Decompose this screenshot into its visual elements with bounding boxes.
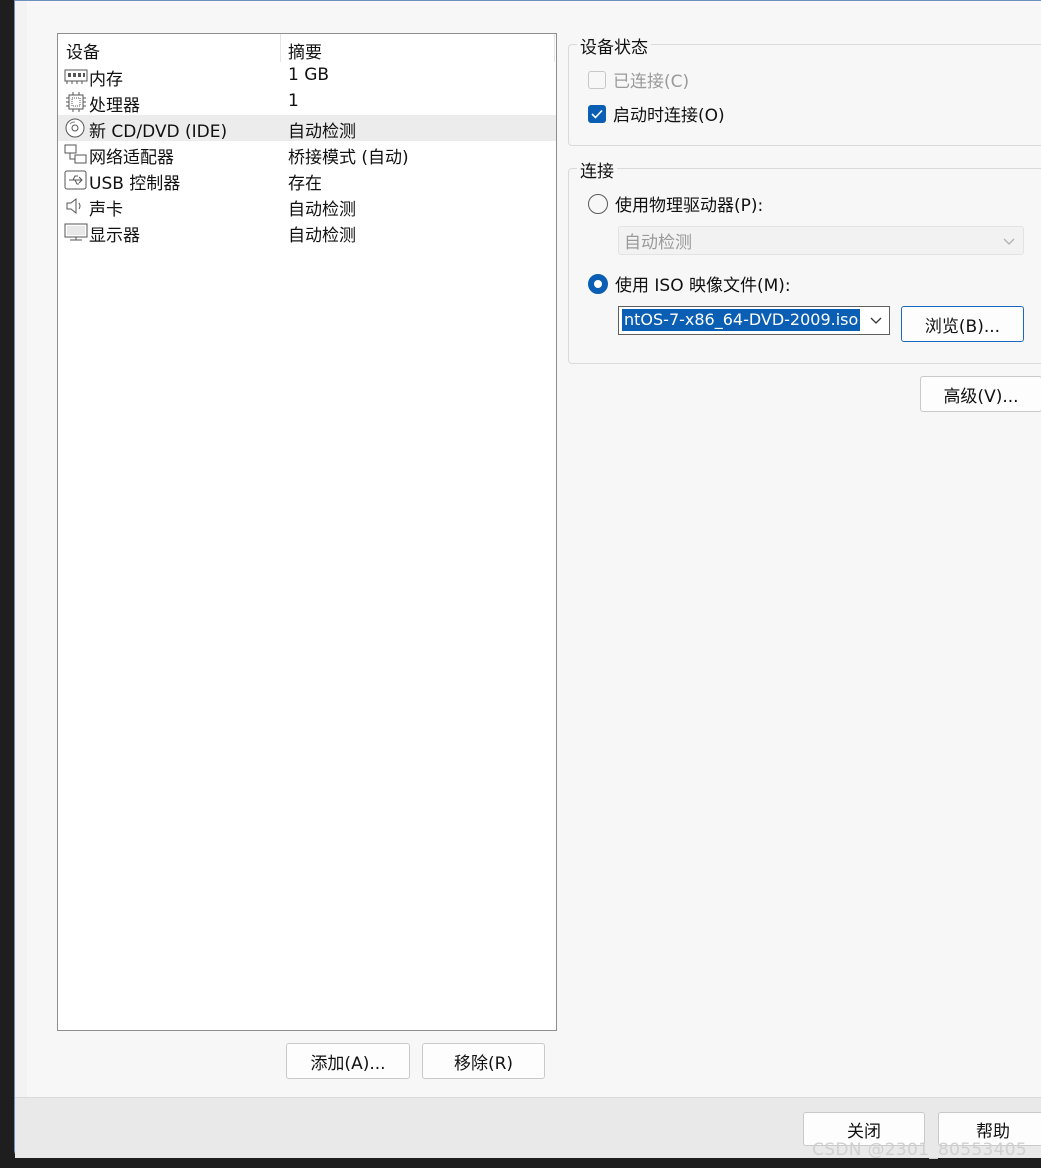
- device-summary: 1: [288, 91, 299, 111]
- vm-settings-window: 设备 摘要 内存 1 GB 处理器 1 新 CD/DVD (IDE) 自动检测 …: [14, 0, 1041, 1158]
- memory-icon: [64, 66, 88, 86]
- connect-at-power-on-checkbox[interactable]: 启动时连接(O): [588, 101, 725, 126]
- column-separator[interactable]: [554, 34, 555, 62]
- device-name: 网络适配器: [89, 148, 174, 168]
- device-summary: 桥接模式 (自动): [288, 148, 409, 168]
- iso-path-value[interactable]: ntOS-7-x86_64-DVD-2009.iso: [622, 309, 861, 331]
- device-name: 处理器: [89, 96, 140, 116]
- iso-image-label: 使用 ISO 映像文件(M):: [615, 276, 791, 296]
- device-summary: 1 GB: [288, 65, 330, 85]
- chevron-down-icon: [1003, 238, 1015, 245]
- device-name: 新 CD/DVD (IDE): [89, 122, 228, 142]
- processor-icon: [64, 92, 88, 112]
- physical-drive-label: 使用物理驱动器(P):: [615, 196, 764, 216]
- checkbox-unchecked: [588, 70, 606, 89]
- advanced-button[interactable]: 高级(V)...: [920, 376, 1041, 412]
- connected-label: 已连接(C): [613, 72, 690, 92]
- device-status-group: 设备状态 已连接(C) 启动时连接(O): [568, 33, 1041, 146]
- radio-unselected-icon: [588, 193, 608, 214]
- device-row-cd-dvd[interactable]: 新 CD/DVD (IDE) 自动检测: [58, 115, 556, 142]
- physical-drive-select: 自动检测: [618, 226, 1024, 255]
- device-column-header[interactable]: 设备: [66, 38, 100, 63]
- device-row-display[interactable]: 显示器 自动检测: [58, 219, 556, 246]
- physical-drive-radio[interactable]: 使用物理驱动器(P):: [588, 191, 763, 216]
- network-adapter-icon: [64, 144, 88, 164]
- device-row-network-adapter[interactable]: 网络适配器 桥接模式 (自动): [58, 141, 556, 168]
- checkmark-icon: [588, 104, 606, 123]
- usb-icon: [64, 170, 88, 190]
- iso-image-radio[interactable]: 使用 ISO 映像文件(M):: [588, 271, 791, 296]
- device-summary: 自动检测: [288, 200, 356, 220]
- device-row-sound-card[interactable]: 声卡 自动检测: [58, 193, 556, 220]
- device-name: 声卡: [89, 200, 123, 220]
- device-name: 显示器: [89, 226, 140, 246]
- device-name: USB 控制器: [89, 174, 181, 194]
- device-name: 内存: [89, 70, 123, 90]
- settings-content: 设备 摘要 内存 1 GB 处理器 1 新 CD/DVD (IDE) 自动检测 …: [27, 1, 1041, 1097]
- connected-checkbox[interactable]: 已连接(C): [588, 67, 689, 92]
- connection-group: 连接 使用物理驱动器(P): 自动检测 使用 ISO 映像文件(M): ntOS…: [568, 157, 1041, 364]
- remove-device-button[interactable]: 移除(R): [422, 1043, 545, 1079]
- watermark-text: CSDN @2301_80553405: [812, 1140, 1027, 1160]
- browse-button[interactable]: 浏览(B)...: [901, 306, 1024, 342]
- device-status-title: 设备状态: [577, 33, 651, 58]
- device-summary: 自动检测: [288, 122, 356, 142]
- physical-drive-value: 自动检测: [624, 233, 692, 253]
- cd-dvd-icon: [64, 118, 88, 138]
- device-list[interactable]: 设备 摘要 内存 1 GB 处理器 1 新 CD/DVD (IDE) 自动检测 …: [57, 33, 557, 1031]
- connection-title: 连接: [577, 157, 617, 182]
- device-row-memory[interactable]: 内存 1 GB: [58, 63, 556, 90]
- device-list-header: 设备 摘要: [58, 34, 556, 63]
- device-row-usb-controller[interactable]: USB 控制器 存在: [58, 167, 556, 194]
- chevron-down-icon[interactable]: [870, 317, 882, 325]
- add-device-button[interactable]: 添加(A)...: [286, 1043, 410, 1079]
- device-summary: 自动检测: [288, 226, 356, 246]
- summary-column-header[interactable]: 摘要: [288, 38, 322, 63]
- connect-at-power-on-label: 启动时连接(O): [613, 106, 725, 126]
- iso-path-combobox[interactable]: ntOS-7-x86_64-DVD-2009.iso: [618, 306, 890, 335]
- sound-card-icon: [64, 196, 88, 216]
- device-row-processor[interactable]: 处理器 1: [58, 89, 556, 116]
- radio-selected-icon: [588, 273, 608, 294]
- device-summary: 存在: [288, 174, 322, 194]
- display-icon: [64, 222, 88, 242]
- column-separator[interactable]: [280, 34, 281, 62]
